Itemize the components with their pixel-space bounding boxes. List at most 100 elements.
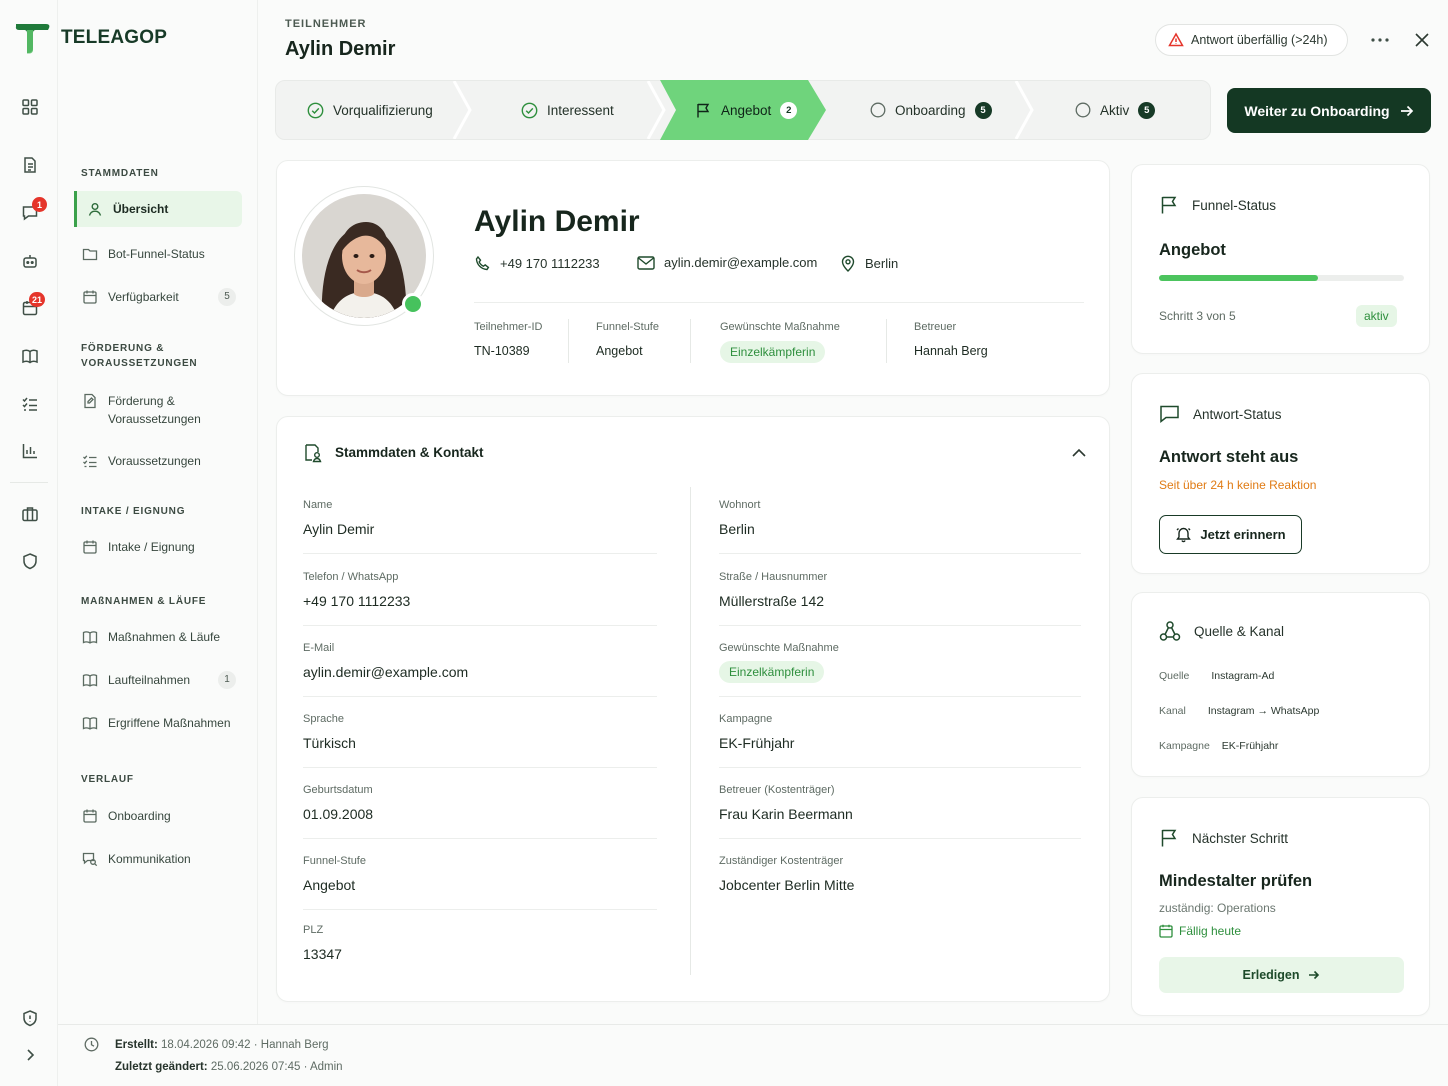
nav-item-label: Übersicht bbox=[113, 202, 169, 216]
meta-value: TN-10389 bbox=[474, 344, 530, 358]
nav-item-label: Onboarding bbox=[108, 809, 171, 823]
footer-dot: · bbox=[253, 1039, 261, 1051]
more-icon bbox=[1371, 38, 1389, 42]
answer-headline: Antwort steht aus bbox=[1159, 448, 1299, 466]
funnel-progress-bar bbox=[1159, 275, 1404, 281]
checklist-icon[interactable] bbox=[18, 392, 42, 416]
message-icon bbox=[1160, 405, 1179, 424]
meta-funnel-stufe: Funnel-Stufe Angebot bbox=[596, 321, 659, 358]
card-title: Antwort-Status bbox=[1193, 406, 1282, 422]
step-onboarding[interactable]: Onboarding 5 bbox=[870, 81, 992, 139]
complete-button[interactable]: Erledigen bbox=[1159, 957, 1404, 993]
step-count: 2 bbox=[780, 101, 798, 119]
step-label: Interessent bbox=[547, 102, 614, 118]
bot-icon[interactable] bbox=[18, 249, 42, 273]
profile-phone[interactable]: +49 170 1112233 bbox=[474, 255, 600, 272]
nav-item-voraussetzungen[interactable]: Voraussetzungen bbox=[74, 452, 242, 470]
phone-icon bbox=[475, 255, 490, 271]
dashboard-icon[interactable] bbox=[18, 95, 42, 119]
field-value: Frau Karin Beermann bbox=[719, 806, 853, 822]
shield-alert-icon[interactable] bbox=[18, 1006, 42, 1030]
next-step-owner: zuständig: Operations bbox=[1159, 901, 1276, 915]
field-geburtsdatum: Geburtsdatum 01.09.2008 bbox=[303, 784, 657, 839]
field-value: Türkisch bbox=[303, 735, 356, 751]
meta-value: Angebot bbox=[596, 344, 643, 358]
card-title: Funnel-Status bbox=[1192, 197, 1277, 213]
answer-subtext: Seit über 24 h keine Reaktion bbox=[1159, 478, 1317, 492]
shield-icon[interactable] bbox=[18, 549, 42, 573]
nav-item-kommunikation[interactable]: Kommunikation bbox=[74, 850, 242, 868]
source-value: Instagram-Ad bbox=[1211, 670, 1275, 682]
field-name: Name Aylin Demir bbox=[303, 499, 657, 554]
next-step-card: Nächster Schritt Mindestalter prüfen zus… bbox=[1131, 797, 1430, 1016]
logo-mark-icon bbox=[15, 24, 50, 54]
next-stage-button[interactable]: Weiter zu Onboarding bbox=[1227, 88, 1431, 133]
meta-label: Betreuer bbox=[914, 321, 957, 333]
field-divider bbox=[719, 838, 1081, 839]
step-interessent[interactable]: Interessent bbox=[521, 81, 614, 139]
field-wohnort: Wohnort Berlin bbox=[719, 499, 1081, 554]
source-row: Quelle Instagram-Ad bbox=[1159, 670, 1274, 682]
field-sprache: Sprache Türkisch bbox=[303, 713, 657, 768]
step-separator bbox=[452, 81, 472, 139]
field-divider bbox=[719, 696, 1081, 697]
app-logo[interactable]: TELEAGOP bbox=[14, 22, 167, 54]
flag-icon bbox=[697, 103, 710, 117]
step-aktiv[interactable]: Aktiv 5 bbox=[1075, 81, 1156, 139]
field-label: Name bbox=[303, 499, 333, 511]
nav-item-ergriffene-massnahmen[interactable]: Ergriffene Maßnahmen bbox=[74, 714, 242, 732]
next-step-due: Fällig heute bbox=[1159, 924, 1241, 938]
profile-name: Aylin Demir bbox=[474, 205, 640, 238]
next-step-headline: Mindestalter prüfen bbox=[1159, 872, 1313, 890]
icon-rail: 1 21 bbox=[0, 0, 58, 1086]
overdue-alert-badge[interactable]: Antwort überfällig (>24h) bbox=[1155, 24, 1348, 56]
meta-gewuenschte-massnahme: Gewünschte Maßnahme Einzelkämpferin bbox=[720, 321, 840, 363]
flag-icon bbox=[1161, 196, 1177, 214]
calendar-icon bbox=[83, 290, 97, 304]
nav-item-bot-funnel-status[interactable]: Bot-Funnel-Status bbox=[74, 245, 242, 263]
field-label: Sprache bbox=[303, 713, 344, 725]
close-button[interactable] bbox=[1410, 28, 1434, 52]
nav-item-massnahmen[interactable]: Maßnahmen & Läufe bbox=[74, 628, 242, 646]
funnel-stepper: Vorqualifizierung Interessent Angebot 2 … bbox=[275, 80, 1211, 140]
funnel-status-card: Funnel-Status Angebot Schritt 3 von 5 ak… bbox=[1131, 164, 1430, 354]
chevron-right-icon[interactable] bbox=[18, 1043, 42, 1067]
remind-button[interactable]: Jetzt erinnern bbox=[1159, 515, 1302, 554]
document-edit-icon bbox=[84, 393, 96, 409]
nav-item-verfuegbarkeit[interactable]: Verfügbarkeit 5 bbox=[74, 288, 242, 306]
nav-item-onboarding[interactable]: Onboarding bbox=[74, 807, 242, 825]
arrow-right-icon bbox=[1309, 970, 1320, 980]
clock-icon bbox=[84, 1037, 99, 1052]
field-label: Telefon / WhatsApp bbox=[303, 571, 399, 583]
field-label: Funnel-Stufe bbox=[303, 855, 366, 867]
card-title: Quelle & Kanal bbox=[1194, 623, 1285, 639]
field-value: aylin.demir@example.com bbox=[303, 664, 469, 680]
field-label: Wohnort bbox=[719, 499, 761, 511]
profile-email[interactable]: aylin.demir@example.com bbox=[637, 255, 817, 270]
source-value: EK-Frühjahr bbox=[1221, 740, 1279, 752]
chart-icon[interactable] bbox=[18, 439, 42, 463]
nav-item-count: 1 bbox=[218, 671, 236, 689]
field-label: Zuständiger Kostenträger bbox=[719, 855, 844, 867]
funnel-stage: Angebot bbox=[1159, 241, 1226, 259]
card-title: Nächster Schritt bbox=[1192, 830, 1289, 846]
nav-item-intake[interactable]: Intake / Eignung bbox=[74, 538, 242, 556]
briefcase-icon[interactable] bbox=[18, 502, 42, 526]
nav-item-foerderung[interactable]: Förderung & Voraussetzungen bbox=[74, 392, 224, 428]
book-icon[interactable] bbox=[18, 344, 42, 368]
document-icon[interactable] bbox=[18, 153, 42, 177]
section-nav: STAMMDATEN Übersicht Bot-Funnel-Status V… bbox=[58, 0, 258, 1024]
field-email: E-Mail aylin.demir@example.com bbox=[303, 642, 657, 697]
step-angebot[interactable]: Angebot 2 bbox=[695, 81, 798, 139]
step-vorqualifizierung[interactable]: Vorqualifizierung bbox=[307, 81, 433, 139]
changed-value: 25.06.2026 07:45 bbox=[210, 1061, 301, 1073]
messages-badge: 1 bbox=[32, 197, 47, 212]
chevron-up-icon[interactable] bbox=[1072, 448, 1086, 457]
nav-item-uebersicht[interactable]: Übersicht bbox=[74, 191, 242, 227]
field-divider bbox=[719, 767, 1081, 768]
more-options-button[interactable] bbox=[1367, 28, 1393, 52]
nav-item-laufteilnahmen[interactable]: Laufteilnahmen 1 bbox=[74, 671, 242, 689]
field-divider bbox=[303, 909, 657, 910]
profile-city-text: Berlin bbox=[865, 256, 899, 271]
online-status-dot bbox=[402, 293, 424, 315]
